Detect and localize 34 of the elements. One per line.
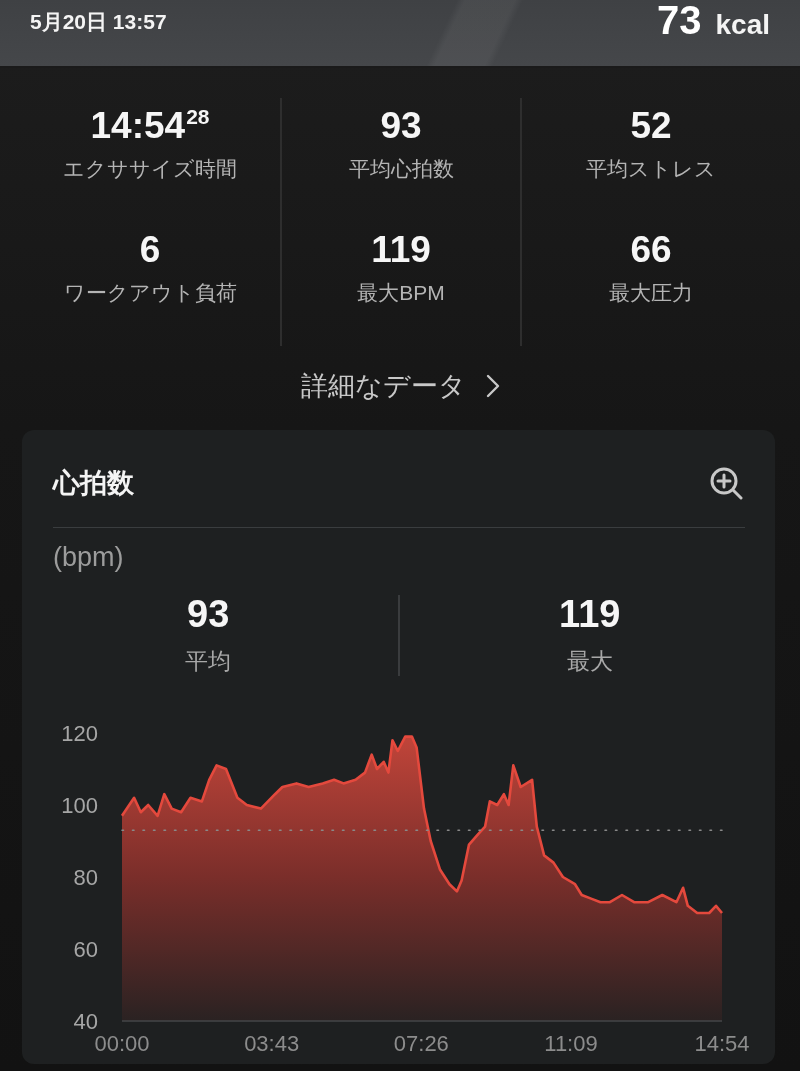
stat-label: 平均ストレス [585, 156, 717, 182]
y-axis-label: 100 [61, 792, 98, 818]
y-axis-label: 80 [73, 864, 98, 890]
calories-value: 73 [657, 0, 702, 40]
stat-label: 最大 [565, 647, 614, 676]
card-title: 心拍数 [53, 467, 134, 500]
stat-label: 最大圧力 [608, 280, 694, 306]
y-axis-label: 40 [73, 1008, 98, 1034]
x-axis-label: 03:43 [244, 1031, 300, 1056]
stat-value: 66 [629, 228, 673, 272]
stat-value: 93 [186, 592, 231, 636]
y-axis-label: 60 [73, 936, 98, 962]
stat-value: 119 [558, 592, 622, 636]
stat-label: 平均心拍数 [347, 156, 455, 182]
stat-label: エクササイズ時間 [62, 156, 238, 182]
date-time: 5月20日 13:57 [30, 9, 167, 35]
stat-value: 14:54$^{28}$ [89, 104, 211, 148]
stat-label: 最大BPM [356, 280, 446, 306]
stat-label: 平均 [184, 647, 233, 676]
stat-label: ワークアウト負荷 [62, 280, 238, 306]
x-axis-label: 11:09 [544, 1031, 598, 1056]
stat-value: 52 [629, 104, 673, 148]
x-axis-label: 07:26 [393, 1031, 449, 1056]
chevron-right-icon [485, 374, 500, 398]
x-axis-label: 00:00 [94, 1031, 150, 1056]
calories-unit: kcal [715, 9, 770, 41]
stat-value: 93 [379, 104, 423, 148]
zoom-in-icon[interactable] [709, 466, 743, 500]
detailed-data-link[interactable]: 詳細なデータ [300, 368, 500, 404]
x-axis-label: 14:54 [694, 1031, 750, 1056]
y-axis-label: 120 [61, 720, 98, 746]
stat-value: 119 [370, 228, 432, 272]
unit-label: (bpm) [53, 541, 125, 574]
stat-value: 6 [138, 228, 162, 272]
